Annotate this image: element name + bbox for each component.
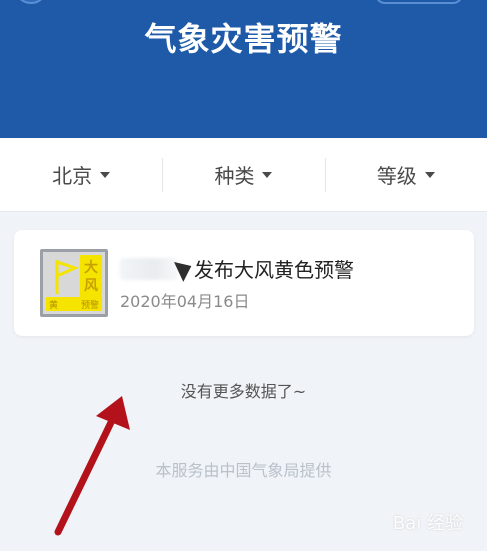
warning-date: 2020年04月16日 xyxy=(120,292,250,311)
warning-headline: 发布大风黄色预警 xyxy=(120,254,354,283)
header-bar: 气象灾害预警 xyxy=(0,0,487,138)
watermark: Bai 经验 xyxy=(392,513,463,534)
warning-card[interactable]: 大 风 黄 预警 发布大风黄色预警 2020年04月16日 xyxy=(14,230,474,336)
badge-bottom-strip: 黄 预警 xyxy=(46,297,102,311)
caret-down-icon xyxy=(100,171,111,178)
flag-icon xyxy=(55,259,80,294)
badge-big-text-1: 大 xyxy=(84,260,98,276)
badge-big-text-2: 风 xyxy=(84,278,98,294)
badge-big-text: 大 风 xyxy=(80,255,102,299)
caret-down-icon xyxy=(262,171,273,178)
filter-city-label: 北京 xyxy=(52,164,93,188)
blurred-region xyxy=(120,257,178,280)
filter-level[interactable]: 等级 xyxy=(324,138,487,211)
wind-warning-icon: 大 风 黄 预警 xyxy=(40,249,108,317)
filter-level-label: 等级 xyxy=(376,164,417,188)
red-arrow-annotation xyxy=(54,396,130,536)
avatar[interactable] xyxy=(14,0,48,4)
badge-bottom-left: 黄 xyxy=(49,300,59,311)
filter-type-label: 种类 xyxy=(214,164,255,188)
warning-headline-text: 发布大风黄色预警 xyxy=(194,258,354,282)
filter-city[interactable]: 北京 xyxy=(0,138,162,211)
badge-bottom-right: 预警 xyxy=(80,300,99,311)
page-title: 气象灾害预警 xyxy=(144,20,343,58)
filter-type[interactable]: 种类 xyxy=(162,138,324,211)
filter-bar: 北京 种类 等级 xyxy=(0,138,487,212)
top-right-pill[interactable] xyxy=(375,0,463,4)
caret-down-icon xyxy=(424,171,435,178)
